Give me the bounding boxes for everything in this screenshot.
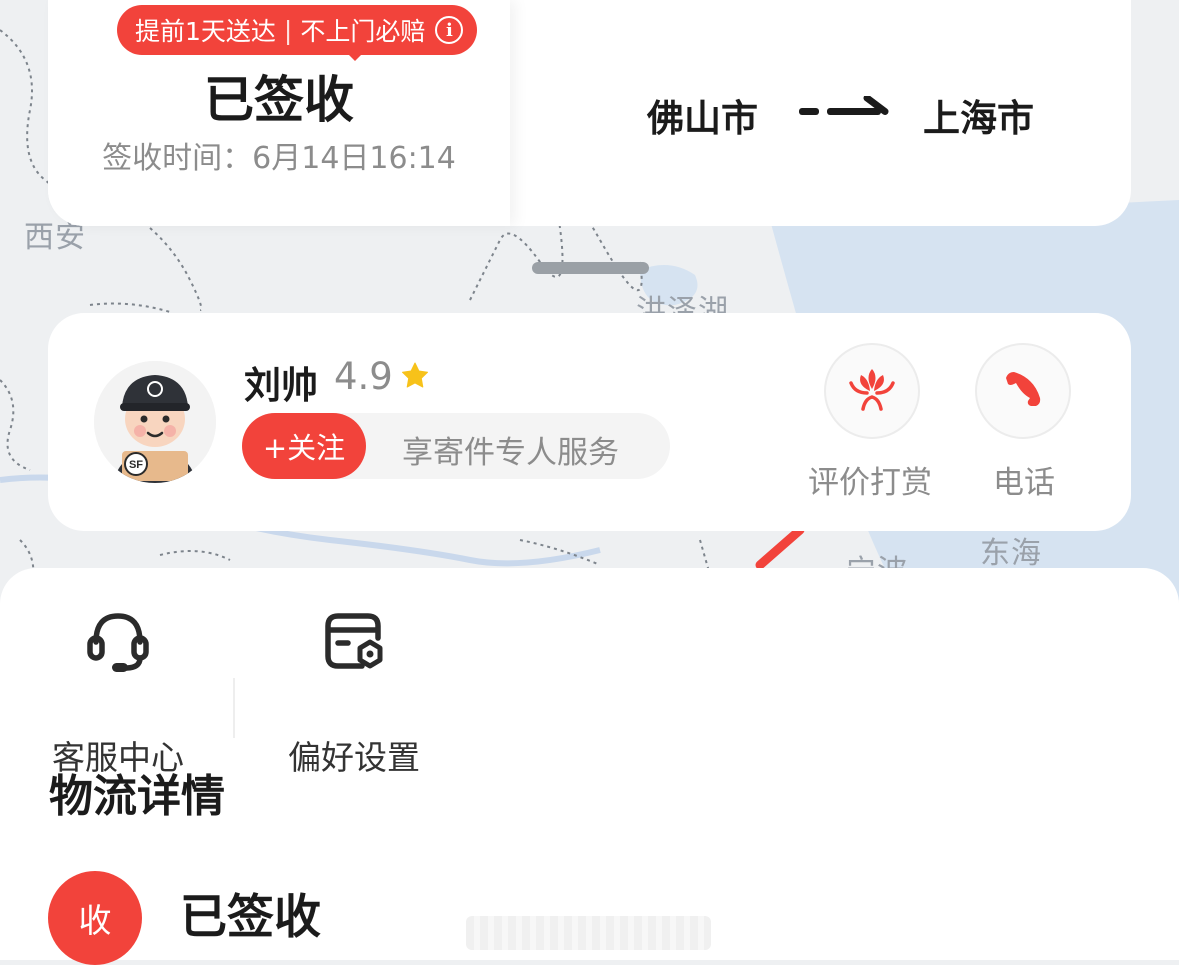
headset-icon bbox=[86, 608, 150, 678]
origin-city: 佛山市 bbox=[647, 97, 758, 140]
phone-button[interactable] bbox=[975, 343, 1071, 439]
courier-rating: 4.9 bbox=[334, 355, 393, 398]
promo-fast-text: 提前1天送达 bbox=[135, 17, 276, 46]
logistics-title: 物流详情 bbox=[49, 771, 225, 822]
phone-icon bbox=[1002, 368, 1044, 414]
quick-action-divider bbox=[233, 678, 235, 738]
courier-avatar-illustration: SF bbox=[94, 361, 216, 483]
bottom-sheet: 客服中心 偏好设置 物流详情 收 已签收 bbox=[0, 568, 1179, 965]
promo-badge-pointer bbox=[346, 52, 364, 61]
signed-time: 签收时间：6月14日16:14 bbox=[102, 141, 456, 176]
timeline-status-title[interactable]: 已签收 bbox=[180, 878, 321, 947]
info-icon[interactable]: i bbox=[435, 16, 464, 44]
map-drag-handle[interactable] bbox=[532, 262, 649, 274]
reward-label[interactable]: 评价打赏 bbox=[808, 457, 932, 502]
route-arrow-icon bbox=[797, 94, 891, 130]
service-text: 享寄件专人服务 bbox=[402, 435, 619, 471]
avatar-badge-text: SF bbox=[129, 459, 143, 471]
exclusive-service-pill[interactable]: +关注 享寄件专人服务 bbox=[242, 413, 670, 479]
star-icon bbox=[400, 361, 430, 395]
lotus-reward-icon bbox=[847, 367, 897, 415]
courier-name[interactable]: 刘帅 bbox=[244, 355, 318, 409]
destination-city: 上海市 bbox=[923, 97, 1034, 140]
avatar[interactable]: SF bbox=[94, 361, 216, 483]
settings-card-icon bbox=[322, 608, 386, 678]
map-label-donghai: 东海 bbox=[980, 536, 1042, 571]
service-center-button[interactable]: 客服中心 bbox=[28, 608, 208, 777]
preferences-button[interactable]: 偏好设置 bbox=[264, 608, 444, 777]
delivery-promo-badge[interactable]: 提前1天送达 | 不上门必赔 i bbox=[117, 5, 478, 55]
promo-guarantee-text: 不上门必赔 bbox=[300, 17, 426, 46]
courier-card: SF 刘帅 4.9 +关注 享寄件专人服务 评价打赏 电话 bbox=[48, 313, 1131, 531]
obscured-info bbox=[466, 916, 711, 950]
reward-button[interactable] bbox=[824, 343, 920, 439]
phone-label[interactable]: 电话 bbox=[993, 457, 1055, 502]
delivery-status: 已签收 bbox=[204, 71, 354, 129]
promo-separator: | bbox=[283, 15, 293, 45]
follow-button[interactable]: +关注 bbox=[242, 413, 366, 479]
preferences-label: 偏好设置 bbox=[288, 738, 420, 777]
timeline-status-badge: 收 bbox=[48, 871, 142, 965]
